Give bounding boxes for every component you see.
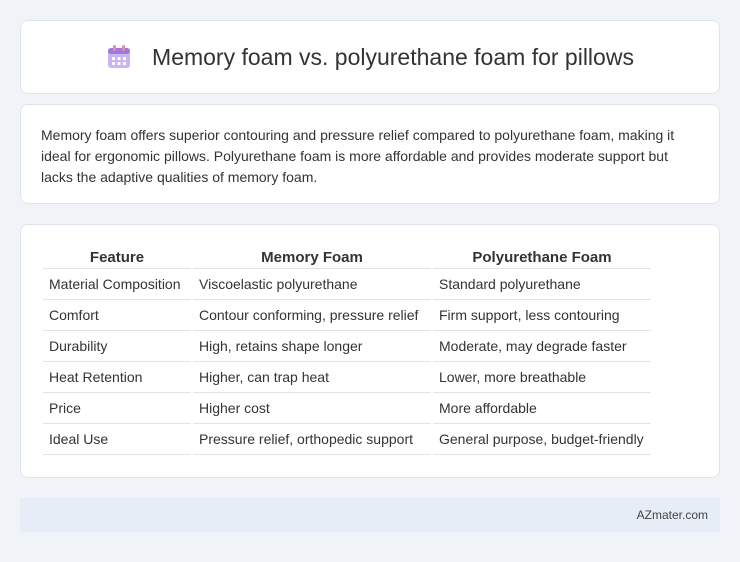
footer: AZmater.com — [20, 498, 720, 532]
table-header-row: Feature Memory Foam Polyurethane Foam — [43, 247, 651, 269]
footer-site-name: AZmater.com — [636, 508, 708, 522]
title-card: Memory foam vs. polyurethane foam for pi… — [20, 20, 720, 94]
table-cell: General purpose, budget-friendly — [433, 424, 651, 455]
page-title: Memory foam vs. polyurethane foam for pi… — [152, 43, 634, 70]
table-cell: Viscoelastic polyurethane — [193, 269, 431, 300]
column-header-polyurethane-foam: Polyurethane Foam — [433, 247, 651, 269]
calendar-icon — [106, 44, 132, 70]
table-cell: Lower, more breathable — [433, 362, 651, 393]
column-header-memory-foam: Memory Foam — [193, 247, 431, 269]
table-cell: Higher cost — [193, 393, 431, 424]
table-row: Durability High, retains shape longer Mo… — [43, 331, 651, 362]
table-cell: Price — [43, 393, 191, 424]
summary-card: Memory foam offers superior contouring a… — [20, 104, 720, 204]
comparison-card: Feature Memory Foam Polyurethane Foam Ma… — [20, 224, 720, 478]
table-row: Ideal Use Pressure relief, orthopedic su… — [43, 424, 651, 455]
table-cell: Durability — [43, 331, 191, 362]
comparison-table: Feature Memory Foam Polyurethane Foam Ma… — [41, 247, 653, 455]
column-header-feature: Feature — [43, 247, 191, 269]
table-cell: Standard polyurethane — [433, 269, 651, 300]
summary-text: Memory foam offers superior contouring a… — [41, 127, 675, 185]
table-row: Price Higher cost More affordable — [43, 393, 651, 424]
table-cell: Pressure relief, orthopedic support — [193, 424, 431, 455]
table-cell: Contour conforming, pressure relief — [193, 300, 431, 331]
table-cell: Higher, can trap heat — [193, 362, 431, 393]
table-cell: More affordable — [433, 393, 651, 424]
table-cell: Firm support, less contouring — [433, 300, 651, 331]
table-cell: Heat Retention — [43, 362, 191, 393]
table-cell: Moderate, may degrade faster — [433, 331, 651, 362]
table-row: Heat Retention Higher, can trap heat Low… — [43, 362, 651, 393]
table-cell: Ideal Use — [43, 424, 191, 455]
table-cell: High, retains shape longer — [193, 331, 431, 362]
table-row: Material Composition Viscoelastic polyur… — [43, 269, 651, 300]
table-cell: Material Composition — [43, 269, 191, 300]
table-row: Comfort Contour conforming, pressure rel… — [43, 300, 651, 331]
table-cell: Comfort — [43, 300, 191, 331]
